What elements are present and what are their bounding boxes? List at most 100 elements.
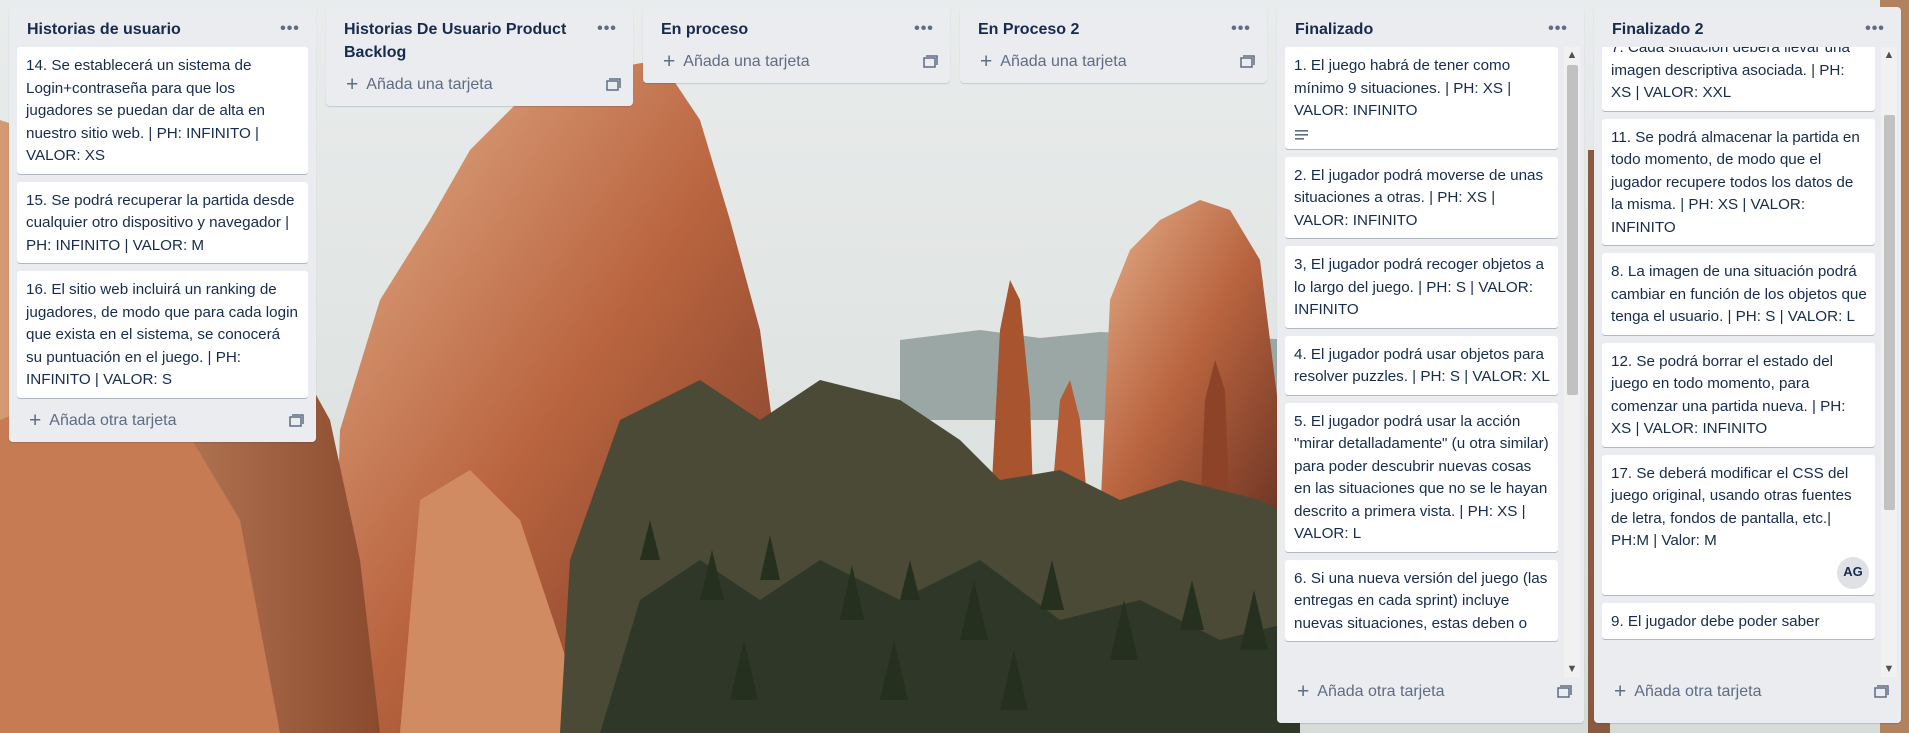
list-en-proceso-2: En Proceso 2 ••• + Añada una tarjeta bbox=[960, 7, 1267, 83]
card-template-icon[interactable] bbox=[1556, 684, 1572, 700]
scrollbar[interactable]: ▲ ▼ bbox=[1564, 47, 1580, 677]
card-text: 8. La imagen de una situación podrá camb… bbox=[1611, 263, 1867, 325]
list-header: En proceso ••• bbox=[643, 7, 950, 47]
card-text: 6. Si una nueva versión del juego (las e… bbox=[1294, 569, 1548, 632]
card-scroll-area[interactable]: 1. El juego habrá de tener como mínimo 9… bbox=[1277, 47, 1584, 677]
card-template-icon[interactable] bbox=[1239, 54, 1255, 70]
card[interactable]: 8. La imagen de una situación podrá camb… bbox=[1602, 253, 1875, 335]
card-text: 4. El jugador podrá usar objetos para re… bbox=[1294, 345, 1550, 386]
card-scroll-area[interactable]: 7. Cada situación deberá llevar una imag… bbox=[1594, 47, 1901, 677]
card[interactable]: 9. El jugador debe poder saber bbox=[1602, 602, 1875, 639]
list-menu-icon[interactable]: ••• bbox=[1544, 18, 1572, 40]
card-text: 1. El juego habrá de tener como mínimo 9… bbox=[1294, 57, 1512, 119]
list-finalizado-2: Finalizado 2 ••• 7. Cada situación deber… bbox=[1594, 7, 1901, 723]
member-avatar[interactable]: AG bbox=[1837, 556, 1869, 589]
list-menu-icon[interactable]: ••• bbox=[276, 18, 304, 40]
add-card-row: + Añada una tarjeta bbox=[960, 47, 1267, 83]
add-card-label: Añada una tarjeta bbox=[1000, 53, 1127, 70]
scroll-up-icon[interactable]: ▲ bbox=[1564, 47, 1580, 63]
list-historias-de-usuario: Historias de usuario ••• 14. Se establec… bbox=[9, 7, 316, 442]
card[interactable]: 3, El jugador podrá recoger objetos a lo… bbox=[1285, 246, 1558, 328]
list-en-proceso: En proceso ••• + Añada una tarjeta bbox=[643, 7, 950, 83]
card[interactable]: 16. El sitio web incluirá un ranking de … bbox=[17, 271, 308, 398]
add-card-button[interactable]: + Añada otra tarjeta bbox=[1614, 680, 1762, 703]
card-text: 15. Se podrá recuperar la partida desde … bbox=[26, 191, 295, 254]
card-text: 12. Se podrá borrar el estado del juego … bbox=[1611, 352, 1846, 438]
plus-icon: + bbox=[1614, 680, 1627, 703]
card-template-icon[interactable] bbox=[922, 54, 938, 70]
card-text: 7. Cada situación deberá llevar una imag… bbox=[1611, 47, 1850, 101]
plus-icon: + bbox=[663, 50, 676, 73]
list-header: Historias de usuario ••• bbox=[9, 7, 316, 47]
card-text: 16. El sitio web incluirá un ranking de … bbox=[26, 281, 298, 388]
card[interactable]: 11. Se podrá almacenar la partida en tod… bbox=[1602, 118, 1875, 245]
list-finalizado: Finalizado ••• 1. El juego habrá de tene… bbox=[1277, 7, 1584, 723]
description-icon bbox=[1295, 129, 1308, 140]
scroll-down-icon[interactable]: ▼ bbox=[1564, 661, 1580, 677]
card-list: 7. Cada situación deberá llevar una imag… bbox=[1594, 47, 1901, 639]
list-menu-icon[interactable]: ••• bbox=[1861, 18, 1889, 40]
plus-icon: + bbox=[346, 73, 359, 96]
card[interactable]: 7. Cada situación deberá llevar una imag… bbox=[1602, 47, 1875, 111]
plus-icon: + bbox=[1297, 680, 1310, 703]
card-template-icon[interactable] bbox=[605, 77, 621, 93]
card[interactable]: 14. Se establecerá un sistema de Login+c… bbox=[17, 47, 308, 174]
scroll-thumb[interactable] bbox=[1884, 115, 1895, 510]
card-list: 14. Se establecerá un sistema de Login+c… bbox=[9, 47, 316, 406]
scroll-thumb[interactable] bbox=[1567, 65, 1578, 395]
card-text: 14. Se establecerá un sistema de Login+c… bbox=[26, 57, 265, 164]
add-card-row: + Añada una tarjeta bbox=[326, 70, 633, 106]
add-card-button[interactable]: + Añada una tarjeta bbox=[663, 50, 810, 73]
list-title[interactable]: Finalizado 2 bbox=[1612, 18, 1861, 41]
plus-icon: + bbox=[29, 408, 42, 432]
card[interactable]: 12. Se podrá borrar el estado del juego … bbox=[1602, 342, 1875, 447]
card[interactable]: 1. El juego habrá de tener como mínimo 9… bbox=[1285, 47, 1558, 149]
add-card-button[interactable]: + Añada una tarjeta bbox=[346, 73, 493, 96]
card-template-icon[interactable] bbox=[288, 413, 304, 429]
card-template-icon[interactable] bbox=[1873, 684, 1889, 700]
card[interactable]: 6. Si una nueva versión del juego (las e… bbox=[1285, 559, 1558, 641]
list-menu-icon[interactable]: ••• bbox=[593, 18, 621, 40]
card[interactable]: 17. Se deberá modificar el CSS del juego… bbox=[1602, 454, 1875, 595]
add-card-label: Añada otra tarjeta bbox=[49, 411, 177, 429]
scroll-up-icon[interactable]: ▲ bbox=[1881, 47, 1897, 63]
add-card-button[interactable]: + Añada otra tarjeta bbox=[29, 408, 177, 432]
card[interactable]: 5. El jugador podrá usar la acción "mira… bbox=[1285, 402, 1558, 552]
list-title[interactable]: En proceso bbox=[661, 18, 910, 41]
card-badges bbox=[1294, 123, 1550, 143]
card-text: 17. Se deberá modificar el CSS del juego… bbox=[1611, 464, 1852, 550]
list-menu-icon[interactable]: ••• bbox=[910, 18, 938, 40]
card[interactable]: 2. El jugador podrá moverse de unas situ… bbox=[1285, 156, 1558, 238]
card-text: 2. El jugador podrá moverse de unas situ… bbox=[1294, 166, 1544, 229]
list-title[interactable]: Historias de usuario bbox=[27, 18, 276, 41]
card-text: 3, El jugador podrá recoger objetos a lo… bbox=[1294, 256, 1544, 318]
list-title[interactable]: En Proceso 2 bbox=[978, 18, 1227, 41]
list-header: En Proceso 2 ••• bbox=[960, 7, 1267, 47]
add-card-button[interactable]: + Añada otra tarjeta bbox=[1297, 680, 1445, 703]
scroll-down-icon[interactable]: ▼ bbox=[1881, 661, 1897, 677]
card[interactable]: 4. El jugador podrá usar objetos para re… bbox=[1285, 335, 1558, 395]
list-header: Historias De Usuario Product Backlog ••• bbox=[326, 7, 633, 70]
add-card-label: Añada otra tarjeta bbox=[1634, 683, 1762, 700]
add-card-row: + Añada otra tarjeta bbox=[9, 406, 316, 442]
card-text: 5. El jugador podrá usar la acción "mira… bbox=[1294, 412, 1549, 543]
list-title[interactable]: Finalizado bbox=[1295, 18, 1544, 41]
list-header: Finalizado 2 ••• bbox=[1594, 7, 1901, 47]
board: Historias de usuario ••• 14. Se establec… bbox=[0, 0, 1909, 733]
list-title[interactable]: Historias De Usuario Product Backlog bbox=[344, 18, 593, 64]
add-card-label: Añada otra tarjeta bbox=[1317, 683, 1445, 700]
add-card-label: Añada una tarjeta bbox=[366, 76, 493, 93]
card-text: 9. El jugador debe poder saber bbox=[1611, 612, 1820, 630]
scrollbar[interactable]: ▲ ▼ bbox=[1881, 47, 1897, 677]
list-header: Finalizado ••• bbox=[1277, 7, 1584, 47]
card[interactable]: 15. Se podrá recuperar la partida desde … bbox=[17, 181, 308, 263]
add-card-button[interactable]: + Añada una tarjeta bbox=[980, 51, 1127, 72]
card-text: 11. Se podrá almacenar la partida en tod… bbox=[1611, 128, 1860, 236]
list-product-backlog: Historias De Usuario Product Backlog •••… bbox=[326, 7, 633, 106]
list-menu-icon[interactable]: ••• bbox=[1227, 18, 1255, 40]
add-card-row: + Añada otra tarjeta bbox=[1594, 677, 1901, 713]
add-card-label: Añada una tarjeta bbox=[683, 53, 810, 70]
add-card-row: + Añada otra tarjeta bbox=[1277, 677, 1584, 713]
card-badges: AG bbox=[1611, 553, 1869, 589]
card-list: 1. El juego habrá de tener como mínimo 9… bbox=[1277, 47, 1584, 641]
